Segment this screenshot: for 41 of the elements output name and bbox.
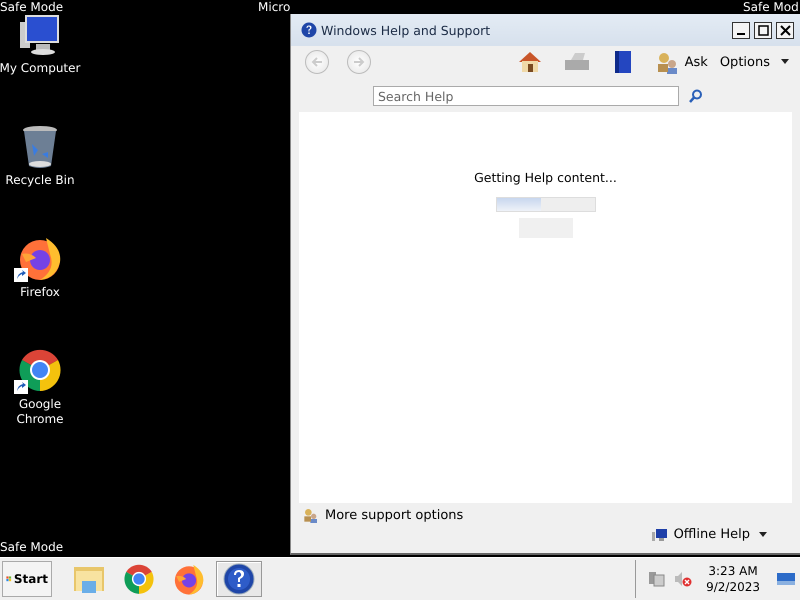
network-icon[interactable] (648, 570, 666, 588)
loading-message: Getting Help content... (474, 170, 617, 185)
icon-label[interactable]: Firefox (20, 285, 60, 300)
chrome-icon (122, 562, 156, 596)
computer-icon (652, 528, 668, 542)
offline-help-menu[interactable]: Offline Help (650, 525, 770, 544)
search-icon[interactable] (689, 89, 703, 103)
people-icon (656, 50, 679, 74)
help-icon (301, 22, 317, 38)
show-desktop-icon[interactable] (776, 571, 796, 587)
close-button[interactable] (776, 22, 794, 38)
options-menu[interactable]: Options (718, 52, 792, 72)
maximize-icon (758, 24, 768, 36)
ask-button[interactable]: Ask (654, 48, 710, 76)
icon-label[interactable]: Recycle Bin (5, 173, 75, 188)
window-title: Windows Help and Support (321, 22, 492, 38)
start-button[interactable]: Start (2, 561, 52, 597)
clock[interactable]: 3:23 AM 9/2/2023 (706, 563, 760, 595)
back-arrow-icon (310, 55, 324, 69)
build-label: Micro (258, 0, 290, 14)
search-field[interactable]: Search Help (373, 86, 679, 106)
icon-label[interactable]: Google Chrome (15, 397, 65, 427)
firefox-icon (172, 562, 206, 596)
home-icon[interactable] (516, 50, 543, 74)
maximize-button[interactable] (754, 22, 772, 38)
safe-mode-label: Safe Mod (743, 0, 799, 14)
caret-icon (758, 532, 768, 538)
muted-speaker-icon[interactable] (674, 570, 692, 588)
minimize-button[interactable] (732, 22, 750, 38)
forward-arrow-icon (352, 55, 366, 69)
safe-mode-label: Safe Mode (0, 0, 64, 14)
more-support-options-link[interactable]: More support options (301, 505, 466, 525)
icon-label[interactable]: My Computer (0, 61, 80, 76)
minimize-icon (737, 33, 745, 35)
close-icon (780, 24, 790, 36)
book-icon[interactable] (612, 50, 633, 74)
caret-icon (780, 59, 790, 65)
people-icon (303, 507, 319, 523)
taskbar-button[interactable] (216, 561, 262, 597)
safe-mode-label: Safe Mode (0, 540, 64, 554)
help-icon (223, 563, 255, 595)
